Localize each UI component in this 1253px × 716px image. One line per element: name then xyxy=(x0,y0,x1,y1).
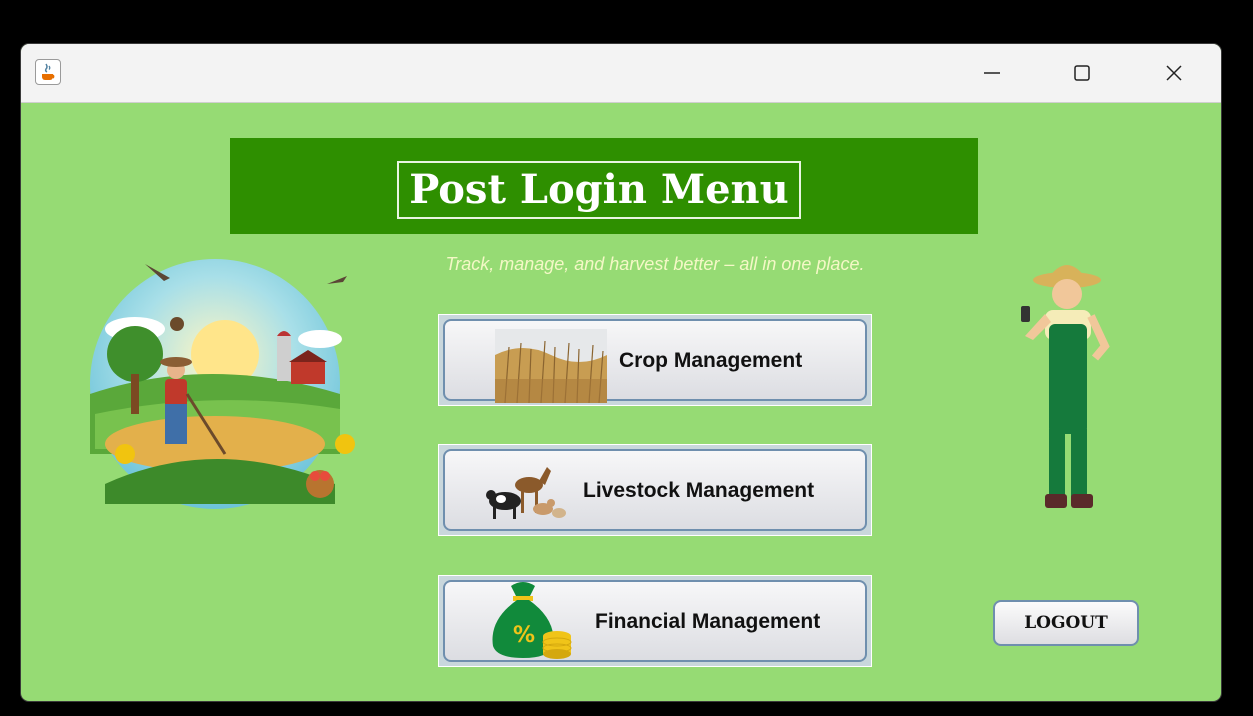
minimize-icon xyxy=(984,72,1000,74)
farm-animals-icon xyxy=(486,467,566,519)
livestock-management-frame: Livestock Management xyxy=(438,444,872,536)
financial-management-frame: % Financial Management xyxy=(438,575,872,667)
crop-management-button[interactable]: Crop Management xyxy=(443,319,867,403)
page-subtitle: Track, manage, and harvest better – all … xyxy=(445,254,865,274)
livestock-management-label: Livestock Management xyxy=(583,479,815,502)
farm-scene-illustration xyxy=(90,259,355,509)
logout-button[interactable]: LOGOUT xyxy=(993,600,1139,646)
crop-management-frame: Crop Management xyxy=(438,314,872,406)
app-window: Post Login Menu Track, manage, and harve… xyxy=(21,44,1221,701)
crop-management-label: Crop Management xyxy=(619,349,803,372)
money-bag-icon: % xyxy=(492,582,572,659)
financial-management-label: Financial Management xyxy=(595,610,821,633)
maximize-icon xyxy=(1074,65,1090,81)
title-banner: Post Login Menu xyxy=(230,138,978,234)
close-button[interactable] xyxy=(1151,44,1197,102)
financial-management-button[interactable]: % Financial Management xyxy=(443,580,867,662)
page-title: Post Login Menu xyxy=(397,161,801,219)
wheat-field-icon xyxy=(495,329,607,403)
svg-text:%: % xyxy=(513,623,535,648)
title-bar xyxy=(21,44,1221,103)
java-coffee-icon[interactable] xyxy=(35,59,61,85)
maximize-button[interactable] xyxy=(1059,44,1105,102)
farmer-character-illustration xyxy=(1021,265,1110,508)
minimize-button[interactable] xyxy=(969,44,1015,102)
close-icon xyxy=(1166,65,1182,81)
livestock-management-button[interactable]: Livestock Management xyxy=(443,449,867,531)
